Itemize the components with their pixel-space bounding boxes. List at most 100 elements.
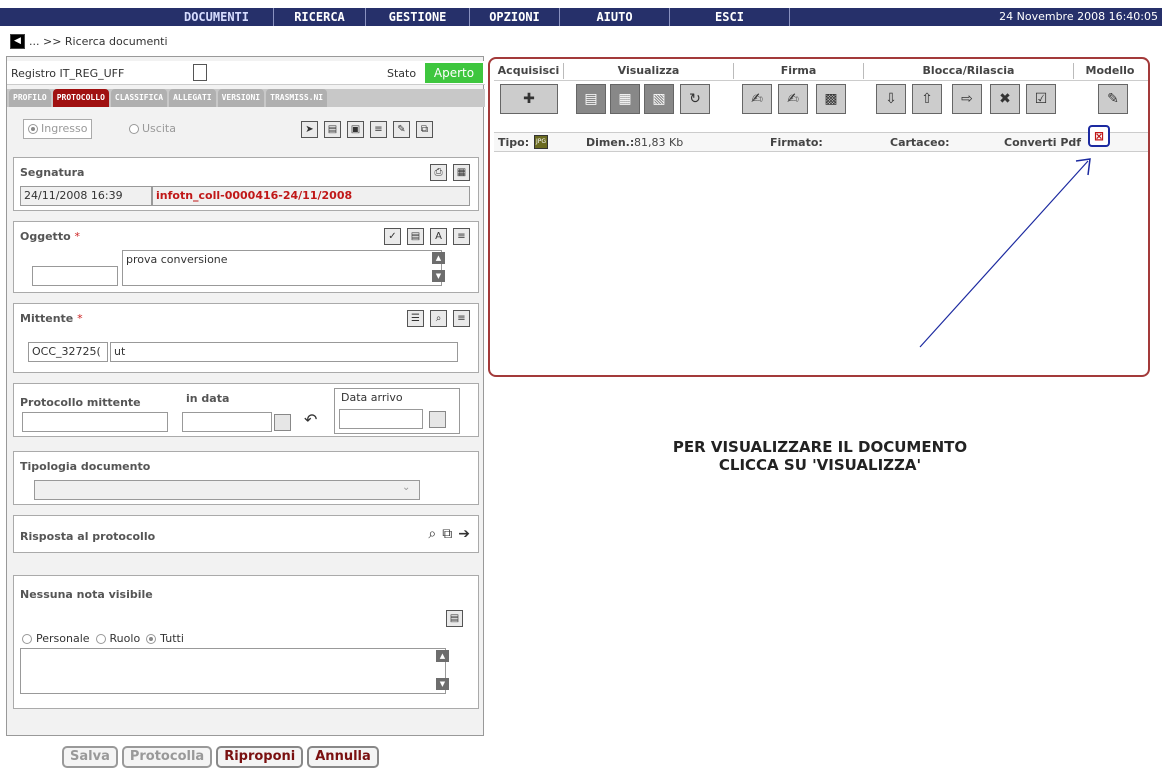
- riproponi-button[interactable]: Riproponi: [216, 746, 304, 768]
- ruolo-radio[interactable]: [95, 633, 106, 644]
- group-visualizza: Visualizza: [564, 63, 734, 79]
- direction-row: Ingresso Uscita ➤ ▤ ▣ ≡ ✎ ⧉: [7, 111, 485, 147]
- segnatura-box: Segnatura ⎙ ▦ 24/11/2008 16:39 infotn_co…: [13, 157, 479, 211]
- refresh-icon[interactable]: ↻: [680, 84, 710, 114]
- save-document-icon[interactable]: ▤: [324, 121, 341, 138]
- chevron-down-icon[interactable]: ⌄: [402, 482, 410, 493]
- ingresso-label: Ingresso: [41, 122, 88, 135]
- segnatura-code-field: infotn_coll-0000416-24/11/2008: [152, 186, 470, 206]
- checkout-icon[interactable]: ⇩: [876, 84, 906, 114]
- sign-icon[interactable]: ✍: [742, 84, 772, 114]
- view-document-icon[interactable]: ▤: [576, 84, 606, 114]
- search-icon[interactable]: ⌕: [428, 526, 436, 542]
- collapse-panel-icon[interactable]: ◀: [10, 33, 25, 49]
- send-icon[interactable]: ➤: [301, 121, 318, 138]
- text-format-icon[interactable]: A: [430, 228, 447, 245]
- spellcheck-icon[interactable]: ✓: [384, 228, 401, 245]
- cancel-lock-icon[interactable]: ✖: [990, 84, 1020, 114]
- risposta-icons: ⌕ ⧉ ➔: [428, 526, 470, 542]
- data-arrivo-group: Data arrivo: [334, 388, 460, 434]
- required-mark: *: [77, 312, 83, 325]
- stato-label: Stato: [387, 67, 417, 80]
- link-icon[interactable]: ⧉: [442, 526, 452, 542]
- tab-classifica[interactable]: CLASSIFICA: [110, 89, 168, 107]
- menu-aiuto[interactable]: AIUTO: [560, 8, 670, 26]
- frame-icon[interactable]: ▣: [347, 121, 364, 138]
- redo-arrow-icon[interactable]: ↶: [304, 410, 317, 429]
- mittente-code-input[interactable]: OCC_32725(: [28, 342, 108, 362]
- mittente-name-input[interactable]: ut: [110, 342, 458, 362]
- scroll-icon[interactable]: ≡: [453, 228, 470, 245]
- register-label: Registro IT_REG_UFF: [11, 67, 125, 80]
- tab-trasmissioni[interactable]: TRASMISS.NI: [266, 89, 328, 107]
- template-icon[interactable]: ✎: [1098, 84, 1128, 114]
- notepad-icon[interactable]: ▤: [407, 228, 424, 245]
- scroll-icon[interactable]: ≡: [370, 121, 387, 138]
- scroll-up-icon[interactable]: ▲: [436, 650, 449, 662]
- scroll-down-icon[interactable]: ▼: [436, 678, 449, 690]
- protocollo-mittente-input[interactable]: [22, 412, 168, 432]
- sign-multiple-icon[interactable]: ✍: [778, 84, 808, 114]
- menu-ricerca[interactable]: RICERCA: [274, 8, 366, 26]
- note-visibility-options: Personale Ruolo Tutti: [22, 632, 184, 645]
- oggetto-code-input[interactable]: [32, 266, 118, 286]
- pdf-convert-icon[interactable]: ⊠: [1088, 125, 1110, 147]
- search-contact-icon[interactable]: ⌕: [430, 310, 447, 327]
- tab-profilo[interactable]: PROFILO: [9, 89, 51, 107]
- group-blocca-rilascia: Blocca/Rilascia: [864, 63, 1074, 79]
- menu-esci[interactable]: ESCI: [670, 8, 790, 26]
- tab-allegati[interactable]: ALLEGATI: [169, 89, 216, 107]
- print-icon[interactable]: ⎙: [430, 164, 447, 181]
- radio-dot: [129, 124, 139, 134]
- oggetto-textarea[interactable]: prova conversione: [122, 250, 442, 286]
- scroll-down-icon[interactable]: ▼: [432, 270, 445, 282]
- acquire-icon[interactable]: ✚: [500, 84, 558, 114]
- personale-radio[interactable]: [22, 633, 32, 644]
- pen-icon[interactable]: ✎: [393, 121, 410, 138]
- smartcard-icon[interactable]: ▩: [816, 84, 846, 114]
- copy-icon[interactable]: ⧉: [416, 121, 433, 138]
- tab-protocollo[interactable]: PROTOCOLLO: [52, 89, 109, 107]
- arrow-right-icon[interactable]: ➔: [458, 526, 470, 542]
- segnatura-date-field: 24/11/2008 16:39: [20, 186, 152, 206]
- checkin-icon[interactable]: ⇧: [912, 84, 942, 114]
- document-icon[interactable]: [193, 64, 207, 81]
- tipologia-select[interactable]: [34, 480, 420, 500]
- tutti-label: Tutti: [160, 632, 184, 645]
- annotation-arrow: [919, 158, 1091, 348]
- address-book-icon[interactable]: ☰: [407, 310, 424, 327]
- confirm-icon[interactable]: ☑: [1026, 84, 1056, 114]
- uscita-radio[interactable]: Uscita: [125, 119, 180, 139]
- note-add-icon[interactable]: ▤: [446, 610, 463, 627]
- calendar-icon[interactable]: [429, 411, 446, 428]
- menu-opzioni[interactable]: OPZIONI: [470, 8, 560, 26]
- tab-versioni[interactable]: VERSIONI: [217, 89, 265, 107]
- annulla-button[interactable]: Annulla: [307, 746, 379, 768]
- view-pages-icon[interactable]: ▦: [610, 84, 640, 114]
- unlock-icon[interactable]: ⇨: [952, 84, 982, 114]
- salva-button[interactable]: Salva: [62, 746, 118, 768]
- scroll-up-icon[interactable]: ▲: [432, 252, 445, 264]
- tutti-radio[interactable]: [146, 633, 157, 644]
- protocollo-mittente-title: Protocollo mittente: [20, 396, 141, 409]
- arrow-line: [919, 160, 1089, 348]
- uscita-label: Uscita: [142, 122, 176, 135]
- dimen-label: Dimen.:: [586, 136, 635, 149]
- in-data-input[interactable]: [182, 412, 272, 432]
- message-line-1: PER VISUALIZZARE IL DOCUMENTO: [672, 438, 968, 456]
- note-textarea[interactable]: [20, 648, 446, 694]
- firmato-label: Firmato:: [770, 136, 823, 149]
- barcode-icon[interactable]: ▦: [453, 164, 470, 181]
- menu-gestione[interactable]: GESTIONE: [366, 8, 470, 26]
- tipologia-title: Tipologia documento: [20, 460, 151, 473]
- calendar-icon[interactable]: [274, 414, 291, 431]
- protocolla-button[interactable]: Protocolla: [121, 746, 213, 768]
- in-data-label: in data: [186, 392, 230, 405]
- scroll-icon[interactable]: ≡: [453, 310, 470, 327]
- view-binary-icon[interactable]: ▧: [644, 84, 674, 114]
- ingresso-radio[interactable]: Ingresso: [23, 119, 93, 139]
- data-arrivo-input[interactable]: [339, 409, 423, 429]
- radio-dot: [28, 124, 38, 134]
- oggetto-icons: ✓ ▤ A ≡: [384, 228, 470, 245]
- menu-documenti[interactable]: DOCUMENTI: [160, 8, 274, 26]
